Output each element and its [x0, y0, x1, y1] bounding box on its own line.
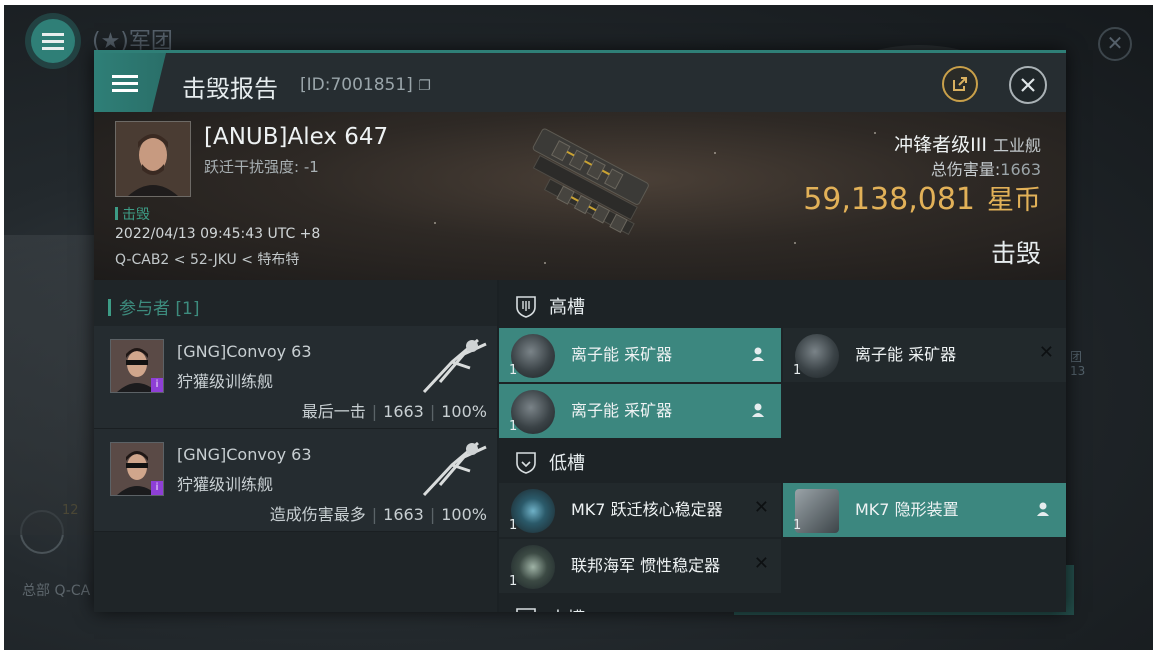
background-menu-button[interactable]: [31, 19, 75, 63]
background-structure: [4, 235, 94, 535]
participant-stats: 最后一击 | 1663 | 100%: [301, 402, 487, 421]
killmail-panel: 击毁报告 [ID:7001851] ❐ [ANUB]Alex 647 跃迁干扰强…: [94, 50, 1066, 612]
destroyed-icon: ✕: [1038, 342, 1054, 363]
victim-portrait[interactable]: [115, 121, 191, 197]
high-slot-header: 高槽: [499, 284, 1066, 328]
destroyed-icon: ✕: [753, 553, 769, 574]
fitting-panel: 高槽 1 离子能 采矿器 1 离子能 采矿器 ✕ 1 离子能 采矿器 低槽 1 …: [499, 280, 1066, 612]
background-hq-label: 总部 Q-CA: [22, 583, 91, 599]
cloaking-device-icon: [795, 489, 839, 533]
killmail-id[interactable]: [ID:7001851] ❐: [300, 75, 431, 95]
rank-badge-icon: ⅰ: [151, 481, 163, 495]
module-slot[interactable]: 1 离子能 采矿器 ✕: [783, 328, 1066, 382]
kill-timestamp: 2022/04/13 09:45:43 UTC +8: [115, 226, 321, 242]
isk-value: 59,138,081 星币: [803, 182, 1041, 217]
victim-name[interactable]: [ANUB]Alex 647: [204, 124, 388, 150]
participants-header: 参与者 [1]: [108, 294, 199, 319]
kill-location[interactable]: Q-CAB2 < 52-JKU < 特布特: [115, 249, 299, 269]
person-icon: [752, 347, 764, 361]
shield-icon: [516, 608, 536, 612]
shield-icon: [516, 452, 536, 474]
victim-ship-image[interactable]: [490, 122, 670, 252]
mining-laser-icon: [511, 390, 555, 434]
page-title: 击毁报告: [182, 75, 278, 103]
status-badge: 击毁: [115, 204, 150, 224]
module-name: MK7 隐形装置: [855, 500, 959, 519]
module-slot[interactable]: 1 联邦海军 惯性稳定器 ✕: [499, 539, 781, 593]
mining-laser-icon: [795, 334, 839, 378]
mid-slot-header: 中槽: [499, 596, 1066, 612]
background-side-text: 团 13: [1070, 350, 1086, 378]
module-slot[interactable]: 1 离子能 采矿器: [499, 328, 781, 382]
avatar[interactable]: ⅰ: [110, 339, 164, 393]
rank-badge-icon: ⅰ: [151, 378, 163, 392]
avatar[interactable]: ⅰ: [110, 442, 164, 496]
close-icon: [1021, 78, 1035, 92]
participant-name[interactable]: [GNG]Convoy 63: [177, 445, 312, 464]
participant-ship: 狞獾级训练舰: [177, 475, 274, 494]
module-name: 离子能 采矿器: [855, 345, 957, 364]
low-slot-header: 低槽: [499, 440, 1066, 484]
total-damage: 总伤害量:1663: [930, 160, 1041, 179]
share-icon: [953, 77, 967, 91]
destroyed-icon: ✕: [753, 497, 769, 518]
share-button[interactable]: [942, 66, 978, 102]
participant-ship-image[interactable]: [412, 435, 492, 501]
panel-header: 击毁报告 [ID:7001851] ❐: [94, 50, 1066, 115]
game-screen: (★)军团 ✕ 12 总部 Q-CA 团13 击毁报告 [ID:7001851]…: [4, 5, 1153, 650]
participant-row[interactable]: ⅰ [GNG]Convoy 63 狞獾级训练舰 造成伤害最多 | 1663 | 100%: [94, 429, 497, 532]
module-name: 联邦海军 惯性稳定器: [571, 556, 721, 575]
module-slot[interactable]: 1 MK7 跃迁核心稳定器 ✕: [499, 483, 781, 537]
module-name: 离子能 采矿器: [571, 345, 673, 364]
participant-ship-image[interactable]: [412, 332, 492, 398]
module-name: 离子能 采矿器: [571, 401, 673, 420]
inertial-stabilizer-icon: [511, 545, 555, 589]
menu-icon: [112, 74, 138, 92]
module-name: MK7 跃迁核心稳定器: [571, 500, 723, 519]
participants-panel: 参与者 [1] ⅰ [GNG]Convoy 63 狞獾级训练舰 最后一击 | 1…: [94, 280, 497, 612]
background-close-icon[interactable]: ✕: [1098, 27, 1132, 61]
person-icon: [1037, 502, 1049, 516]
victim-ship-class[interactable]: 冲锋者级III 工业舰: [894, 130, 1041, 157]
panel-menu-button[interactable]: [94, 53, 166, 112]
copy-icon: ❐: [418, 78, 431, 94]
victim-banner: [ANUB]Alex 647 跃迁干扰强度: -1 击毁 2022/04/13 …: [94, 112, 1066, 280]
participant-name[interactable]: [GNG]Convoy 63: [177, 342, 312, 361]
participant-ship: 狞獾级训练舰: [177, 372, 274, 391]
avatar: [116, 122, 190, 196]
mining-laser-icon: [511, 334, 555, 378]
module-slot[interactable]: 1 MK7 隐形装置: [783, 483, 1066, 537]
warp-scramble: 跃迁干扰强度: -1: [204, 158, 319, 176]
kill-result: 击毁: [990, 239, 1041, 268]
shield-icon: [516, 296, 536, 318]
module-slot[interactable]: 1 离子能 采矿器: [499, 384, 781, 438]
close-button[interactable]: [1009, 66, 1047, 104]
person-icon: [752, 403, 764, 417]
participant-row[interactable]: ⅰ [GNG]Convoy 63 狞獾级训练舰 最后一击 | 1663 | 100%: [94, 326, 497, 429]
menu-icon: [42, 33, 64, 50]
warp-core-stabilizer-icon: [511, 489, 555, 533]
participant-stats: 造成伤害最多 | 1663 | 100%: [269, 505, 487, 524]
